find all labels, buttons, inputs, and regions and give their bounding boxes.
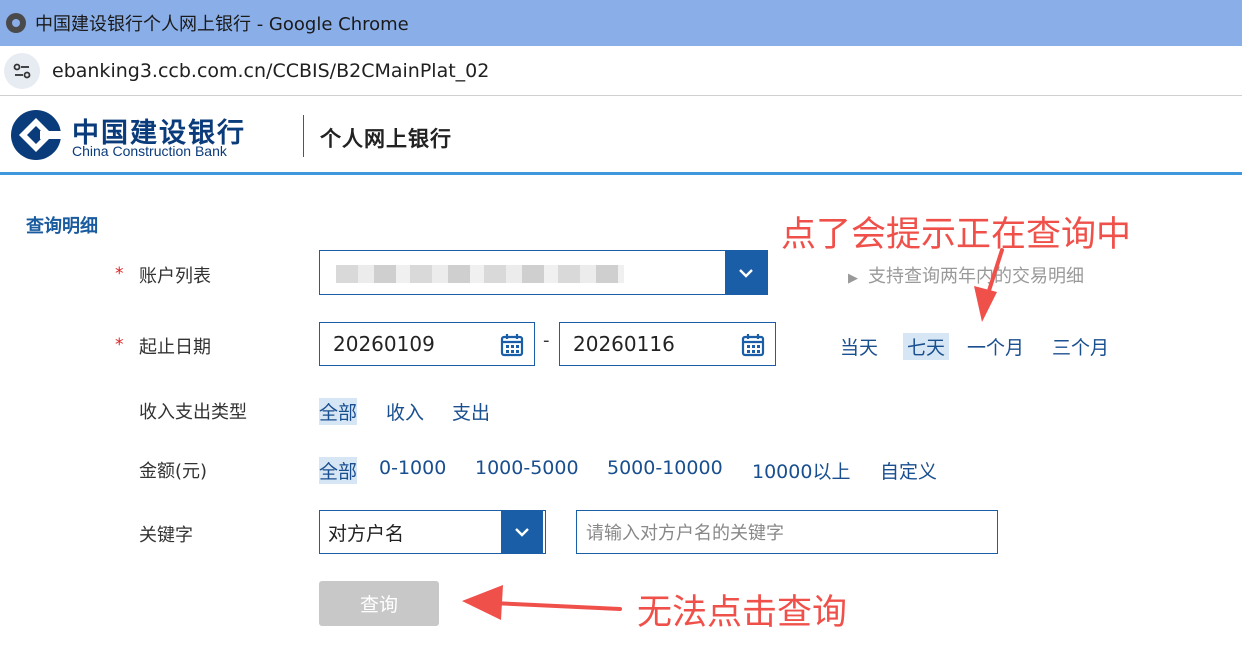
end-date-value: 20260116	[573, 332, 675, 356]
amount-label: 金额(元)	[139, 461, 208, 482]
chevron-down-icon	[739, 268, 753, 278]
bank-header: 中国建设银行 China Construction Bank 个人网上银行	[0, 97, 1242, 175]
quick-date-7days[interactable]: 七天	[903, 333, 950, 360]
header-divider	[303, 115, 304, 157]
keyword-type-select[interactable]: 对方户名	[319, 510, 546, 554]
chevron-down-icon	[515, 528, 529, 537]
arrow-left-icon	[462, 585, 622, 620]
chrome-icon	[6, 13, 26, 33]
required-mark: *	[115, 335, 124, 355]
url-text[interactable]: ebanking3.ccb.com.cn/CCBIS/B2CMainPlat_0…	[52, 60, 489, 82]
calendar-icon[interactable]	[741, 333, 765, 357]
type-label: 收入支出类型	[139, 402, 247, 423]
keyword-placeholder: 请输入对方户名的关键字	[586, 523, 784, 544]
type-option-all[interactable]: 全部	[319, 398, 358, 425]
account-dropdown-button[interactable]	[725, 251, 767, 294]
keyword-input[interactable]: 请输入对方户名的关键字	[576, 510, 998, 554]
annotation-bottom: 无法点击查询	[637, 593, 848, 633]
quick-date-1month[interactable]: 一个月	[967, 333, 1024, 360]
account-label: 账户列表	[139, 266, 211, 287]
start-date-value: 20260109	[333, 332, 435, 356]
start-date-input[interactable]: 20260109	[319, 322, 535, 366]
amount-option-10000-plus[interactable]: 10000以上	[752, 457, 850, 484]
date-label: 起止日期	[139, 337, 211, 358]
query-button[interactable]: 查询	[319, 581, 439, 626]
logo-english-name: China Construction Bank	[72, 143, 227, 159]
address-bar: ebanking3.ccb.com.cn/CCBIS/B2CMainPlat_0…	[0, 46, 1242, 96]
window-title: 中国建设银行个人网上银行 - Google Chrome	[35, 14, 409, 35]
page-title: 查询明细	[26, 216, 98, 237]
date-separator: -	[543, 330, 550, 351]
amount-option-1000-5000[interactable]: 1000-5000	[475, 457, 579, 479]
quick-date-3months[interactable]: 三个月	[1052, 333, 1109, 360]
ccb-logo-icon	[11, 110, 62, 160]
keyword-type-value: 对方户名	[328, 522, 405, 545]
keyword-dropdown-button[interactable]	[501, 511, 543, 553]
quick-date-today[interactable]: 当天	[840, 333, 878, 360]
calendar-icon[interactable]	[500, 333, 524, 357]
annotation-top: 点了会提示正在查询中	[781, 215, 1132, 255]
amount-option-0-1000[interactable]: 0-1000	[379, 457, 446, 479]
required-mark: *	[115, 264, 124, 284]
keyword-label: 关键字	[139, 525, 193, 546]
account-number-blurred	[336, 265, 624, 283]
header-subtitle: 个人网上银行	[320, 127, 452, 151]
end-date-input[interactable]: 20260116	[559, 322, 776, 366]
triangle-right-icon: ▶	[848, 271, 858, 286]
account-hint: ▶ 支持查询两年内的交易明细	[848, 266, 1084, 287]
site-info-icon[interactable]	[4, 52, 40, 89]
account-select[interactable]	[319, 250, 768, 295]
amount-option-custom[interactable]: 自定义	[880, 457, 937, 484]
type-option-income[interactable]: 收入	[386, 398, 424, 425]
amount-option-5000-10000[interactable]: 5000-10000	[607, 457, 723, 479]
type-option-expense[interactable]: 支出	[452, 398, 490, 425]
amount-option-all[interactable]: 全部	[319, 457, 358, 484]
browser-titlebar: 中国建设银行个人网上银行 - Google Chrome	[0, 0, 1242, 46]
